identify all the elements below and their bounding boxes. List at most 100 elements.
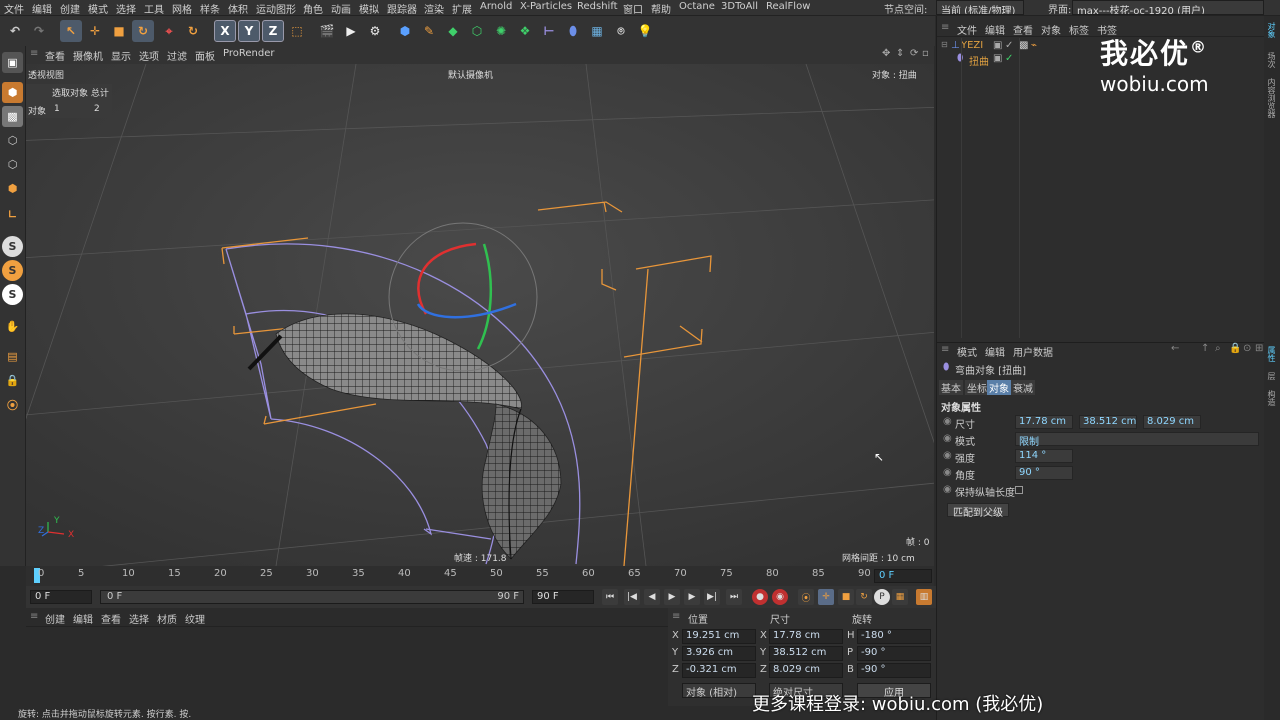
- points-mode-icon[interactable]: ⬡: [2, 130, 23, 151]
- menu-mograph[interactable]: 运动图形: [256, 1, 296, 16]
- checkmark-icon[interactable]: ✓: [1005, 40, 1013, 51]
- live-select-icon[interactable]: ↻: [182, 20, 204, 42]
- tab-coord[interactable]: 坐标: [965, 380, 989, 395]
- rotation-p-field[interactable]: -90 °: [857, 646, 931, 661]
- x-axis-lock[interactable]: X: [214, 20, 236, 42]
- solo-icon[interactable]: ⦿: [2, 394, 23, 415]
- quantize-icon[interactable]: S: [2, 284, 23, 305]
- strength-field[interactable]: 114 °: [1015, 449, 1073, 463]
- viewport-menu-display[interactable]: 显示: [111, 48, 131, 63]
- coordinate-system-icon[interactable]: ⬚: [286, 20, 308, 42]
- lock-icon[interactable]: 🔒: [1229, 343, 1241, 354]
- size-z-field[interactable]: 8.029 cm: [769, 663, 843, 678]
- angle-field[interactable]: 90 °: [1015, 466, 1073, 480]
- menu-xparticles[interactable]: X-Particles: [520, 1, 572, 12]
- cloner-icon[interactable]: ✺: [490, 20, 512, 42]
- menu-character[interactable]: 角色: [303, 1, 323, 16]
- key-position-icon[interactable]: ✛: [818, 589, 834, 605]
- viewport-menu-view[interactable]: 查看: [45, 48, 65, 63]
- sidebar-tab-layers[interactable]: 层: [1266, 372, 1277, 380]
- attr-menu-edit[interactable]: 编辑: [985, 344, 1005, 359]
- light-icon[interactable]: 💡: [634, 20, 656, 42]
- viewport-move-icon[interactable]: ✥: [882, 48, 890, 59]
- camera-icon[interactable]: ⌾: [610, 20, 632, 42]
- visibility-dots-icon[interactable]: ▣: [993, 53, 1002, 64]
- size-y-field[interactable]: 38.512 cm: [769, 646, 843, 661]
- make-editable-icon[interactable]: ▣: [2, 52, 23, 73]
- tag-icon[interactable]: ⌁: [1031, 40, 1037, 51]
- keyframe-dot-icon[interactable]: ◉: [943, 484, 952, 495]
- key-pla-icon[interactable]: ▦: [892, 589, 908, 605]
- perspective-viewport[interactable]: 透视视图 默认摄像机 对象 : 扭曲 选取对象 总计 对象 1 2 Y X Z …: [26, 64, 934, 566]
- menu-create[interactable]: 创建: [60, 1, 80, 16]
- material-menu-edit[interactable]: 编辑: [73, 611, 93, 626]
- play-icon[interactable]: ▶: [664, 589, 680, 605]
- menu-realflow[interactable]: RealFlow: [766, 1, 810, 12]
- menu-spline[interactable]: 样条: [200, 1, 220, 16]
- subdivision-icon[interactable]: ◆: [442, 20, 464, 42]
- position-y-field[interactable]: 3.926 cm: [682, 646, 756, 661]
- keep-length-checkbox[interactable]: [1015, 486, 1023, 494]
- polygons-mode-icon[interactable]: ⬢: [2, 178, 23, 199]
- sidebar-tab-content-browser[interactable]: 内容浏览器: [1266, 78, 1277, 118]
- texture-tag-icon[interactable]: ▩: [1019, 40, 1028, 51]
- lock-workplane-icon[interactable]: 🔒: [2, 370, 23, 391]
- key-scale-icon[interactable]: ■: [838, 589, 854, 605]
- edges-mode-icon[interactable]: ⬡: [2, 154, 23, 175]
- z-axis-lock[interactable]: Z: [262, 20, 284, 42]
- attr-menu-mode[interactable]: 模式: [957, 344, 977, 359]
- cube-primitive-icon[interactable]: ⬢: [394, 20, 416, 42]
- viewport-menu-filter[interactable]: 过滤: [167, 48, 187, 63]
- om-menu-file[interactable]: 文件: [957, 22, 977, 37]
- visibility-dots-icon[interactable]: ▣: [993, 40, 1002, 51]
- rotation-h-field[interactable]: -180 °: [857, 629, 931, 644]
- key-rotation-icon[interactable]: ↻: [856, 589, 872, 605]
- select-tool-icon[interactable]: ↖: [60, 20, 82, 42]
- viewport-maximize-icon[interactable]: ▫: [922, 48, 929, 59]
- material-menu-create[interactable]: 创建: [45, 611, 65, 626]
- material-menu-texture[interactable]: 纹理: [185, 611, 205, 626]
- menu-redshift[interactable]: Redshift: [577, 1, 618, 12]
- back-arrow-icon[interactable]: ←: [1171, 343, 1179, 354]
- viewport-menu-prorender[interactable]: ProRender: [223, 48, 274, 59]
- attr-size-z-field[interactable]: 8.029 cm: [1143, 415, 1201, 429]
- snap-icon[interactable]: S: [2, 236, 23, 257]
- menu-arnold[interactable]: Arnold: [480, 1, 512, 12]
- expand-panel-icon[interactable]: ⊞: [1255, 343, 1263, 354]
- range-slider[interactable]: 0 F 90 F: [100, 590, 524, 604]
- menu-tools[interactable]: 工具: [144, 1, 164, 16]
- tab-falloff[interactable]: 衰减: [1011, 380, 1035, 395]
- current-frame-field[interactable]: 0 F: [874, 569, 932, 583]
- mograph-icon[interactable]: ❖: [514, 20, 536, 42]
- search-icon[interactable]: ⌕: [1215, 343, 1221, 354]
- y-axis-lock[interactable]: Y: [238, 20, 260, 42]
- model-mode-icon[interactable]: ⬢: [2, 82, 23, 103]
- sidebar-tab-structure[interactable]: 构造: [1266, 390, 1277, 406]
- viewport-menu-panel[interactable]: 面板: [195, 48, 215, 63]
- record-key-icon[interactable]: ●: [752, 589, 768, 605]
- attr-size-x-field[interactable]: 17.78 cm: [1015, 415, 1073, 429]
- coord-mode-select[interactable]: 对象 (相对): [682, 683, 756, 699]
- mode-select[interactable]: 限制: [1015, 432, 1259, 448]
- tab-basic[interactable]: 基本: [939, 380, 963, 395]
- up-arrow-icon[interactable]: ↑: [1201, 343, 1209, 354]
- menu-octane[interactable]: Octane: [679, 1, 715, 12]
- om-menu-view[interactable]: 查看: [1013, 22, 1033, 37]
- viewport-menu-options[interactable]: 选项: [139, 48, 159, 63]
- rotate-tool-icon[interactable]: ↻: [132, 20, 154, 42]
- redo-icon[interactable]: ↷: [28, 20, 50, 42]
- viewport-menu-camera[interactable]: 摄像机: [73, 48, 103, 63]
- auto-key-icon[interactable]: ◉: [772, 589, 788, 605]
- sidebar-tab-takes[interactable]: 场次: [1266, 52, 1277, 68]
- menu-mesh[interactable]: 网格: [172, 1, 192, 16]
- menu-edit[interactable]: 编辑: [32, 1, 52, 16]
- floor-icon[interactable]: ▦: [586, 20, 608, 42]
- sidebar-tab-attributes[interactable]: 属性: [1266, 346, 1277, 362]
- keyframe-dot-icon[interactable]: ◉: [943, 433, 952, 444]
- rotation-b-field[interactable]: -90 °: [857, 663, 931, 678]
- timeline-ruler[interactable]: 0 5 10 15 20 25 30 35 40 45 50 55 60 65 …: [26, 566, 934, 586]
- tag-icon[interactable]: ⬮: [562, 20, 584, 42]
- extrude-icon[interactable]: ⬡: [466, 20, 488, 42]
- scale-tool-icon[interactable]: ■: [108, 20, 130, 42]
- material-menu-material[interactable]: 材质: [157, 611, 177, 626]
